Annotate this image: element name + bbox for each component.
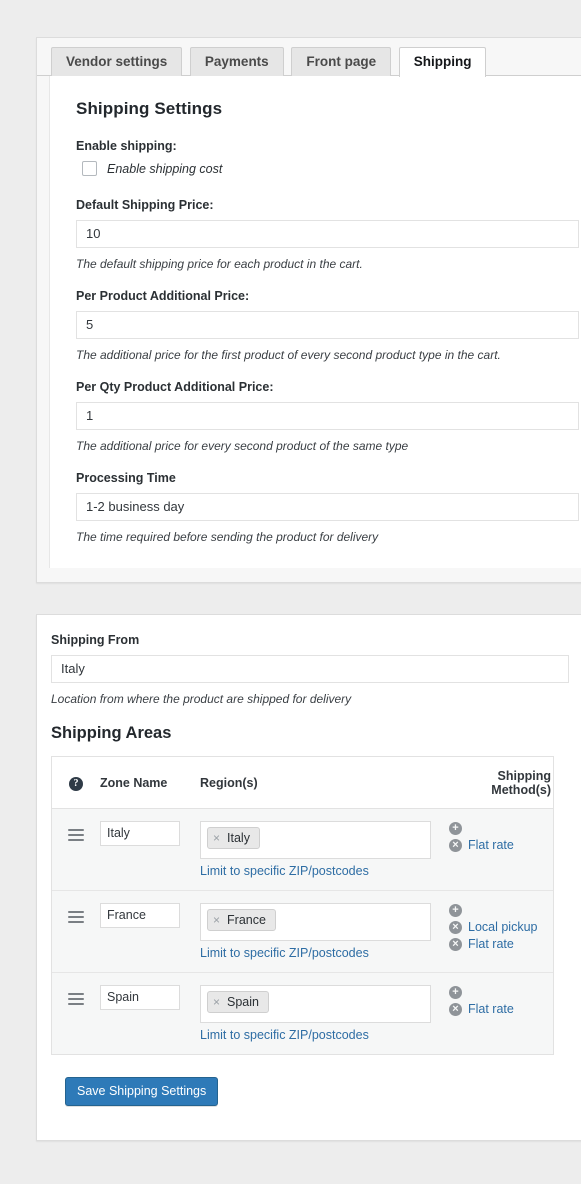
- method-label[interactable]: Flat rate: [468, 937, 514, 951]
- remove-region-icon[interactable]: ×: [213, 832, 220, 844]
- drag-handle-icon[interactable]: [68, 991, 84, 1008]
- shipping-from-help: Location from where the product are ship…: [51, 692, 352, 706]
- per-qty-price-help: The additional price for every second pr…: [76, 439, 409, 453]
- header-regions: Region(s): [200, 776, 258, 790]
- region-select[interactable]: × Spain: [200, 985, 431, 1023]
- region-select[interactable]: × Italy: [200, 821, 431, 859]
- drag-handle-icon[interactable]: [68, 909, 84, 926]
- add-method-row: +: [441, 986, 553, 999]
- plus-circle-icon[interactable]: +: [449, 904, 462, 917]
- table-row: × Spain Limit to specific ZIP/postcodes …: [52, 973, 553, 1054]
- tab-payments[interactable]: Payments: [189, 47, 284, 76]
- header-zone-name: Zone Name: [100, 776, 168, 790]
- tab-front-page[interactable]: Front page: [291, 47, 392, 76]
- region-chip-label: France: [227, 913, 266, 927]
- save-button-wrap: Save Shipping Settings: [51, 1055, 581, 1106]
- plus-circle-icon[interactable]: +: [449, 822, 462, 835]
- shipping-from-label: Shipping From: [51, 633, 140, 647]
- processing-time-label: Processing Time: [76, 471, 176, 485]
- zone-name-input[interactable]: [100, 903, 180, 928]
- region-chip: × Spain: [207, 991, 269, 1013]
- tab-shipping[interactable]: Shipping: [398, 47, 487, 77]
- per-qty-price-input[interactable]: [76, 402, 579, 430]
- region-select[interactable]: × France: [200, 903, 431, 941]
- region-chip: × France: [207, 909, 276, 931]
- method-label[interactable]: Flat rate: [468, 838, 514, 852]
- limit-zip-link[interactable]: Limit to specific ZIP/postcodes: [200, 864, 431, 878]
- table-row: × Italy Limit to specific ZIP/postcodes …: [52, 809, 553, 891]
- settings-tabbar: Vendor settings Payments Front page Ship…: [37, 38, 581, 77]
- remove-circle-icon[interactable]: ×: [449, 1002, 462, 1016]
- region-chip-label: Italy: [227, 831, 250, 845]
- per-product-price-input[interactable]: [76, 311, 579, 339]
- row-regions-cell: × Spain Limit to specific ZIP/postcodes: [200, 985, 441, 1042]
- method-item: × Local pickup: [441, 920, 553, 934]
- region-chip: × Italy: [207, 827, 260, 849]
- shipping-areas-body: Shipping From Location from where the pr…: [37, 615, 581, 1106]
- row-drag-cell: [52, 821, 100, 847]
- row-zone-name-cell: [100, 821, 200, 846]
- shipping-areas-panel: Shipping From Location from where the pr…: [36, 614, 581, 1141]
- per-product-price-label: Per Product Additional Price:: [76, 289, 250, 303]
- default-shipping-price-help: The default shipping price for each prod…: [76, 257, 363, 271]
- row-drag-cell: [52, 985, 100, 1011]
- row-regions-cell: × Italy Limit to specific ZIP/postcodes: [200, 821, 441, 878]
- add-method-row: +: [441, 904, 553, 917]
- default-shipping-price-label: Default Shipping Price:: [76, 198, 214, 212]
- default-shipping-price-input[interactable]: [76, 220, 579, 248]
- add-method-row: +: [441, 822, 553, 835]
- row-methods-cell: + × Flat rate: [441, 985, 553, 1019]
- enable-shipping-checkbox[interactable]: [82, 161, 97, 176]
- save-shipping-settings-button[interactable]: Save Shipping Settings: [65, 1077, 219, 1106]
- method-item: × Flat rate: [441, 937, 553, 951]
- processing-time-help: The time required before sending the pro…: [76, 530, 379, 544]
- row-methods-cell: + × Flat rate: [441, 821, 553, 855]
- tab-vendor-settings[interactable]: Vendor settings: [51, 47, 183, 76]
- remove-region-icon[interactable]: ×: [213, 996, 220, 1008]
- table-header-row: ? Zone Name Region(s) Shipping Method(s): [52, 757, 553, 809]
- row-zone-name-cell: [100, 985, 200, 1010]
- remove-circle-icon[interactable]: ×: [449, 920, 462, 934]
- row-regions-cell: × France Limit to specific ZIP/postcodes: [200, 903, 441, 960]
- limit-zip-link[interactable]: Limit to specific ZIP/postcodes: [200, 1028, 431, 1042]
- enable-shipping-label: Enable shipping:: [76, 139, 177, 153]
- shipping-settings-panel: Vendor settings Payments Front page Ship…: [36, 37, 581, 583]
- row-methods-cell: + × Local pickup × Flat rate: [441, 903, 553, 954]
- zone-name-input[interactable]: [100, 985, 180, 1010]
- header-help-cell: ?: [52, 774, 100, 791]
- per-qty-price-label: Per Qty Product Additional Price:: [76, 380, 274, 394]
- shipping-zones-table: ? Zone Name Region(s) Shipping Method(s): [51, 756, 554, 1055]
- header-methods: Shipping Method(s): [491, 769, 551, 797]
- row-drag-cell: [52, 903, 100, 929]
- remove-circle-icon[interactable]: ×: [449, 937, 462, 951]
- page-title: Shipping Settings: [76, 99, 223, 118]
- remove-region-icon[interactable]: ×: [213, 914, 220, 926]
- row-zone-name-cell: [100, 903, 200, 928]
- enable-shipping-checkbox-label[interactable]: Enable shipping cost: [107, 162, 222, 176]
- enable-shipping-row: Enable shipping cost: [82, 161, 560, 176]
- processing-time-input[interactable]: [76, 493, 579, 521]
- method-label[interactable]: Flat rate: [468, 1002, 514, 1016]
- method-item: × Flat rate: [441, 1002, 553, 1016]
- shipping-areas-title: Shipping Areas: [51, 724, 172, 742]
- method-item: × Flat rate: [441, 838, 553, 852]
- per-product-price-help: The additional price for the first produ…: [76, 348, 501, 362]
- remove-circle-icon[interactable]: ×: [449, 838, 462, 852]
- drag-handle-icon[interactable]: [68, 827, 84, 844]
- shipping-settings-body: Shipping Settings Enable shipping: Enabl…: [49, 76, 581, 568]
- region-chip-label: Spain: [227, 995, 259, 1009]
- table-row: × France Limit to specific ZIP/postcodes…: [52, 891, 553, 973]
- help-icon[interactable]: ?: [69, 777, 83, 791]
- plus-circle-icon[interactable]: +: [449, 986, 462, 999]
- method-label[interactable]: Local pickup: [468, 920, 538, 934]
- zone-name-input[interactable]: [100, 821, 180, 846]
- limit-zip-link[interactable]: Limit to specific ZIP/postcodes: [200, 946, 431, 960]
- shipping-from-input[interactable]: [51, 655, 569, 683]
